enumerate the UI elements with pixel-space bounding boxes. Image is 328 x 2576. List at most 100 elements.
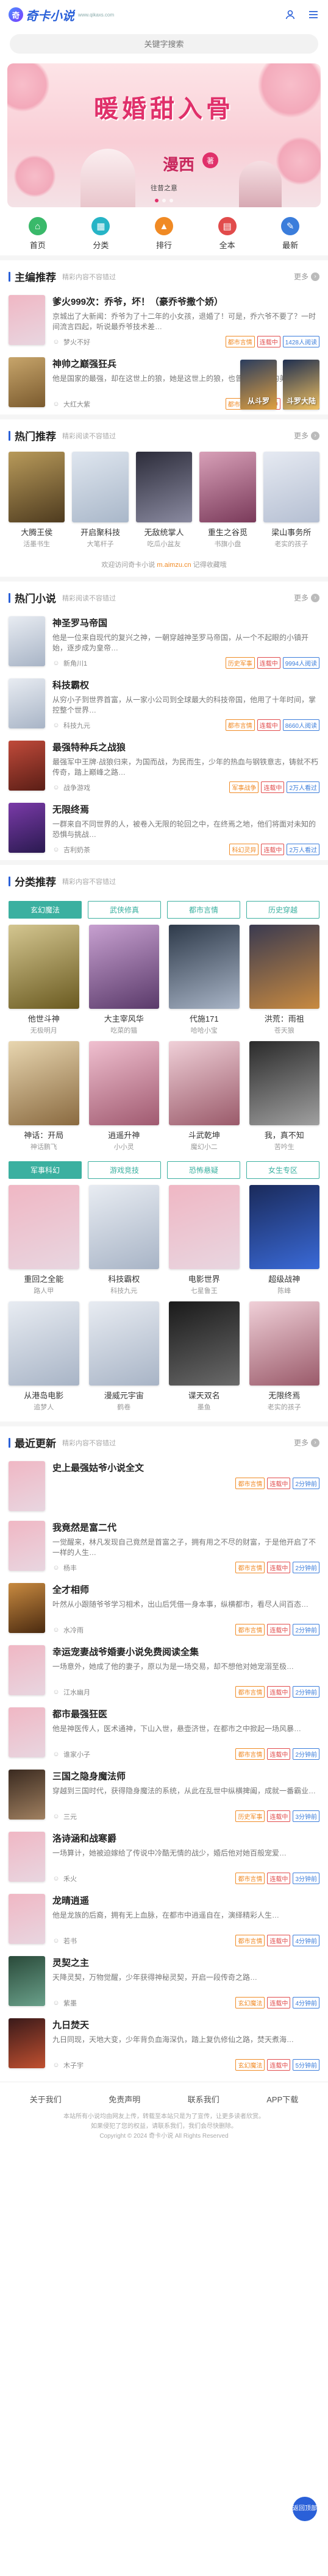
book-title[interactable]: 神话：开局	[9, 1129, 79, 1140]
book-cover[interactable]	[9, 1832, 45, 1882]
book-cover[interactable]	[9, 1461, 45, 1511]
book-row[interactable]: 龙晴逍遥 他是龙族的后裔，拥有无上血脉，在都市中逍遥自在，演绎精彩人生… ☺ 若书 都市…	[0, 1889, 328, 1951]
book-card[interactable]: 大主宰风华 吃菜的猫	[88, 925, 159, 1035]
book-row[interactable]: 九日焚天 九日同现，天地大变，少年背负血海深仇，踏上复仇修仙之路，焚天煮海… ☺ 木子…	[0, 2013, 328, 2076]
footer-link[interactable]: APP下载	[266, 2093, 298, 2105]
book-cover[interactable]: 斗罗大陆	[283, 360, 319, 410]
book-cover[interactable]	[9, 1521, 45, 1571]
book-card[interactable]: 开启聚科技 大笔杆子	[72, 452, 129, 549]
nav-item-2[interactable]: ▲ 排行	[143, 217, 185, 251]
back-to-top-button[interactable]: 返回顶部	[293, 2497, 317, 2521]
book-cover[interactable]	[9, 1707, 45, 1757]
user-icon[interactable]	[284, 9, 296, 21]
book-card[interactable]: 重回之全能 路人甲	[9, 1185, 79, 1295]
book-title[interactable]: 幸运宠妻战爷婚妻小说免费阅读全集	[52, 1645, 319, 1658]
book-title[interactable]: 洛诗涵和战寒爵	[52, 1832, 319, 1845]
book-title[interactable]: 重生之谷觅	[199, 526, 255, 538]
book-cover[interactable]	[88, 925, 159, 1009]
book-cover[interactable]	[9, 616, 45, 666]
book-title[interactable]: 重回之全能	[9, 1273, 79, 1284]
book-title[interactable]: 他世斗神	[9, 1012, 79, 1024]
book-row[interactable]: 最强特种兵之战狼 最强军中王牌·战狼归来，为国而战，为民而生，少年的热血与钢铁意志…	[0, 736, 328, 798]
book-row[interactable]: 全才相师 叶然从小跟随爷爷学习相术，出山后凭借一身本事，纵横都市，看尽人间百态… ☺…	[0, 1578, 328, 1640]
book-cover[interactable]	[263, 452, 319, 522]
book-card[interactable]: 他世斗神 无极明月	[9, 925, 79, 1035]
book-cover[interactable]	[9, 741, 45, 791]
book-cover[interactable]	[9, 1041, 79, 1125]
book-cover[interactable]	[9, 803, 45, 853]
book-row[interactable]: 神圣罗马帝国 他是一位来自现代的复兴之神，一朝穿越神圣罗马帝国，从一个不起眼的小镇…	[0, 611, 328, 674]
book-cover[interactable]	[9, 1645, 45, 1695]
more-link[interactable]: 更多 ›	[294, 430, 319, 441]
book-title[interactable]: 无敌统掌人	[136, 526, 192, 538]
book-card[interactable]: 逍遥升神 小小灵	[88, 1041, 160, 1151]
book-title[interactable]: 逍遥升神	[89, 1129, 160, 1140]
book-title[interactable]: 三国之隐身魔法师	[52, 1770, 319, 1782]
book-row[interactable]: 灵契之主 天降灵契，万物觉醒，少年获得神秘灵契，开启一段传奇之路… ☺ 紫墨 玄幻魔法连…	[0, 1951, 328, 2013]
book-cover[interactable]	[249, 1185, 319, 1269]
book-title[interactable]: 电影世界	[169, 1273, 240, 1284]
book-cover[interactable]	[9, 1956, 45, 2006]
book-card[interactable]: 斗武乾坤 魔幻小二	[169, 1041, 240, 1151]
book-title[interactable]: 梁山事务所	[263, 526, 319, 538]
book-card[interactable]: 漫威元宇宙 鹤卷	[88, 1301, 159, 1412]
more-link[interactable]: 更多 ›	[294, 1437, 319, 1448]
category-tab[interactable]: 恐怖悬疑	[167, 1161, 240, 1179]
book-card[interactable]: 谍天双名 墨鱼	[169, 1301, 240, 1412]
book-title[interactable]: 龙晴逍遥	[52, 1894, 319, 1907]
book-cover[interactable]	[9, 678, 45, 728]
book-row[interactable]: 都市最强狂医 他是神医传人，医术通神，下山入世，悬壶济世，在都市之中掀起一场风暴……	[0, 1703, 328, 1765]
book-cover[interactable]	[169, 1041, 240, 1125]
book-row[interactable]: 史上最强姑爷小说全文 都市言情 连载中 2分钟前	[0, 1456, 328, 1516]
book-cover[interactable]	[88, 1041, 159, 1125]
nav-item-1[interactable]: ▦ 分类	[79, 217, 122, 251]
search-box[interactable]	[10, 34, 318, 54]
category-tab[interactable]: 玄幻魔法	[9, 901, 82, 919]
book-cover[interactable]	[9, 452, 65, 522]
book-cover[interactable]	[72, 452, 129, 522]
book-title[interactable]: 斗武乾坤	[169, 1129, 240, 1140]
book-title[interactable]: 史上最强姑爷小说全文	[52, 1461, 319, 1474]
book-title[interactable]: 大腾王侯	[9, 526, 65, 538]
nav-item-4[interactable]: ✎ 最新	[269, 217, 312, 251]
book-card[interactable]: 无限终焉 老实的孩子	[249, 1301, 319, 1412]
book-title[interactable]: 全才相师	[52, 1583, 319, 1596]
category-tab[interactable]: 女生专区	[246, 1161, 319, 1179]
book-cover[interactable]	[135, 452, 193, 522]
book-cover[interactable]	[9, 1770, 45, 1820]
book-card[interactable]: 科技霸权 科技九元	[88, 1185, 160, 1295]
book-title[interactable]: 九日焚天	[52, 2018, 319, 2031]
banner[interactable]: 暖婚甜入骨 漫西 著 往昔之意	[7, 63, 321, 207]
book-card[interactable]: 神话：开局 神话鹏飞	[9, 1041, 79, 1151]
book-title[interactable]: 从港岛电影	[9, 1389, 79, 1401]
book-row[interactable]: 我竟然是富二代 一觉醒来，林凡发现自己竟然是首富之子，拥有用之不尽的财富，于是他开…	[0, 1516, 328, 1578]
more-link[interactable]: 更多 ›	[294, 271, 319, 282]
book-card[interactable]: 我，真不知 苦吟生	[249, 1041, 319, 1151]
book-cover[interactable]	[88, 1185, 159, 1269]
search-input[interactable]	[10, 39, 318, 49]
book-row[interactable]: 爹火999次：乔爷，坏！（豪乔爷撒个娇） 京城出了大新闻：乔爷为了十二年的小女孩，…	[0, 290, 328, 352]
book-cover[interactable]	[88, 1301, 159, 1386]
nav-item-3[interactable]: ▤ 全本	[206, 217, 249, 251]
category-tab[interactable]: 历史穿越	[246, 901, 319, 919]
footer-link[interactable]: 关于我们	[30, 2093, 62, 2105]
book-cover[interactable]	[9, 295, 45, 345]
book-cover[interactable]	[9, 1583, 45, 1633]
book-cover[interactable]	[9, 1894, 45, 1944]
book-card[interactable]: 大腾王侯 活墨书生	[9, 452, 65, 549]
book-card[interactable]: 重生之谷觅 书旗小盘	[199, 452, 256, 549]
category-tab[interactable]: 军事科幻	[9, 1161, 82, 1179]
book-row[interactable]: 幸运宠妻战爷婚妻小说免费阅读全集 一场意外，她成了他的妻子，原以为是一场交易，却不…	[0, 1640, 328, 1703]
book-row[interactable]: 三国之隐身魔法师 穿越到三国时代，获得隐身魔法的系统，从此在乱世中纵横捭阖，成就一…	[0, 1765, 328, 1827]
book-title[interactable]: 洪荒：雨祖	[249, 1012, 320, 1024]
banner-dots[interactable]	[7, 199, 321, 202]
book-title[interactable]: 科技霸权	[89, 1273, 160, 1284]
book-title[interactable]: 科技霸权	[52, 678, 319, 691]
category-tab[interactable]: 都市言情	[167, 901, 240, 919]
book-cover[interactable]	[249, 1041, 319, 1125]
footer-link[interactable]: 联系我们	[188, 2093, 219, 2105]
book-card[interactable]: 无敌统掌人 吃瓜小盆友	[135, 452, 193, 549]
book-title[interactable]: 谍天双名	[169, 1389, 240, 1401]
book-title[interactable]: 我竟然是富二代	[52, 1521, 319, 1534]
book-row[interactable]: 科技霸权 从穷小子到世界首富，从一家小公司到全球最大的科技帝国，他用了十年时间，掌…	[0, 674, 328, 736]
